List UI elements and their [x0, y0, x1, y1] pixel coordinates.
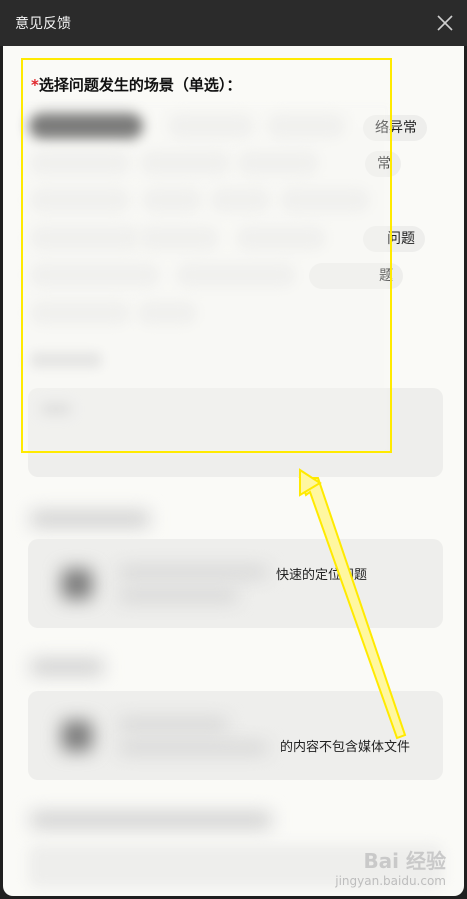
upload-icon: [62, 569, 92, 599]
watermark: Bai 经验 jingyan.baidu.com: [335, 845, 446, 888]
upload2-title: [118, 719, 228, 729]
upload1-label: [31, 511, 149, 527]
upload-media-panel[interactable]: 的内容不包含媒体文件: [28, 691, 443, 780]
upload-log-panel[interactable]: 快速的定位问题: [28, 539, 443, 628]
close-icon: [437, 15, 453, 31]
window-titlebar: 意见反馈: [0, 0, 467, 46]
upload1-hint: 快速的定位问题: [276, 568, 368, 583]
watermark-url: jingyan.baidu.com: [335, 874, 446, 888]
highlight-box: [21, 58, 392, 453]
upload2-hint: 的内容不包含媒体文件: [280, 740, 411, 755]
upload1-sub: [118, 591, 238, 601]
upload2-sub: [118, 743, 268, 753]
window-title: 意见反馈: [15, 16, 71, 32]
upload1-title: [118, 567, 268, 577]
upload2-label: [31, 659, 103, 675]
watermark-logo: Bai 经验: [363, 849, 446, 873]
contact-label: [31, 812, 271, 828]
close-button[interactable]: [435, 13, 455, 33]
upload-icon: [62, 721, 92, 751]
